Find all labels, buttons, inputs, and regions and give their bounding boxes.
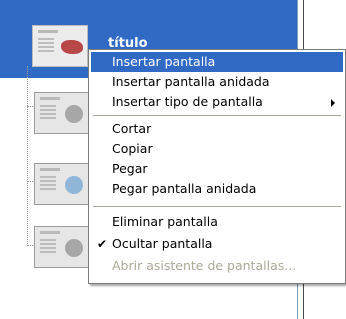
checkmark-icon: ✔: [97, 237, 108, 251]
menu-item-label: Insertar pantalla: [112, 54, 216, 69]
menu-item-label: Abrir asistente de pantallas...: [112, 258, 297, 273]
menu-item-insertar-tipo-de-pantalla[interactable]: Insertar tipo de pantalla: [91, 92, 343, 112]
menu-item-label: Ocultar pantalla: [112, 236, 213, 251]
screen-thumbnail[interactable]: [34, 92, 90, 134]
menu-item-label: Insertar pantalla anidada: [112, 74, 270, 89]
menu-item-label: Insertar tipo de pantalla: [112, 94, 263, 109]
menu-item-label: Copiar: [112, 141, 153, 156]
tree-connector: [27, 66, 28, 246]
screen-thumbnail[interactable]: [32, 25, 88, 67]
screen-thumbnail[interactable]: [34, 226, 90, 268]
menu-item-cortar[interactable]: Cortar: [91, 119, 343, 139]
menu-separator: [93, 206, 341, 207]
menu-item-label: Cortar: [112, 121, 152, 136]
menu-item-label: Eliminar pantalla: [112, 214, 218, 229]
menu-item-copiar[interactable]: Copiar: [91, 139, 343, 159]
menu-item-eliminar-pantalla[interactable]: Eliminar pantalla: [91, 211, 343, 233]
context-menu: Insertar pantalla Insertar pantalla anid…: [88, 49, 346, 284]
screen-thumbnail[interactable]: [34, 163, 90, 205]
menu-item-insertar-pantalla-anidada[interactable]: Insertar pantalla anidada: [91, 72, 343, 92]
menu-item-pegar-pantalla-anidada[interactable]: Pegar pantalla anidada: [91, 179, 343, 199]
menu-item-ocultar-pantalla[interactable]: ✔ Ocultar pantalla: [91, 233, 343, 255]
menu-item-label: Pegar: [112, 161, 148, 176]
menu-item-insertar-pantalla[interactable]: Insertar pantalla: [91, 52, 343, 72]
menu-separator: [93, 115, 341, 116]
menu-item-label: Pegar pantalla anidada: [112, 181, 257, 196]
menu-item-abrir-asistente: Abrir asistente de pantallas...: [91, 255, 343, 277]
menu-item-pegar[interactable]: Pegar: [91, 159, 343, 179]
submenu-arrow-icon: [331, 99, 335, 107]
